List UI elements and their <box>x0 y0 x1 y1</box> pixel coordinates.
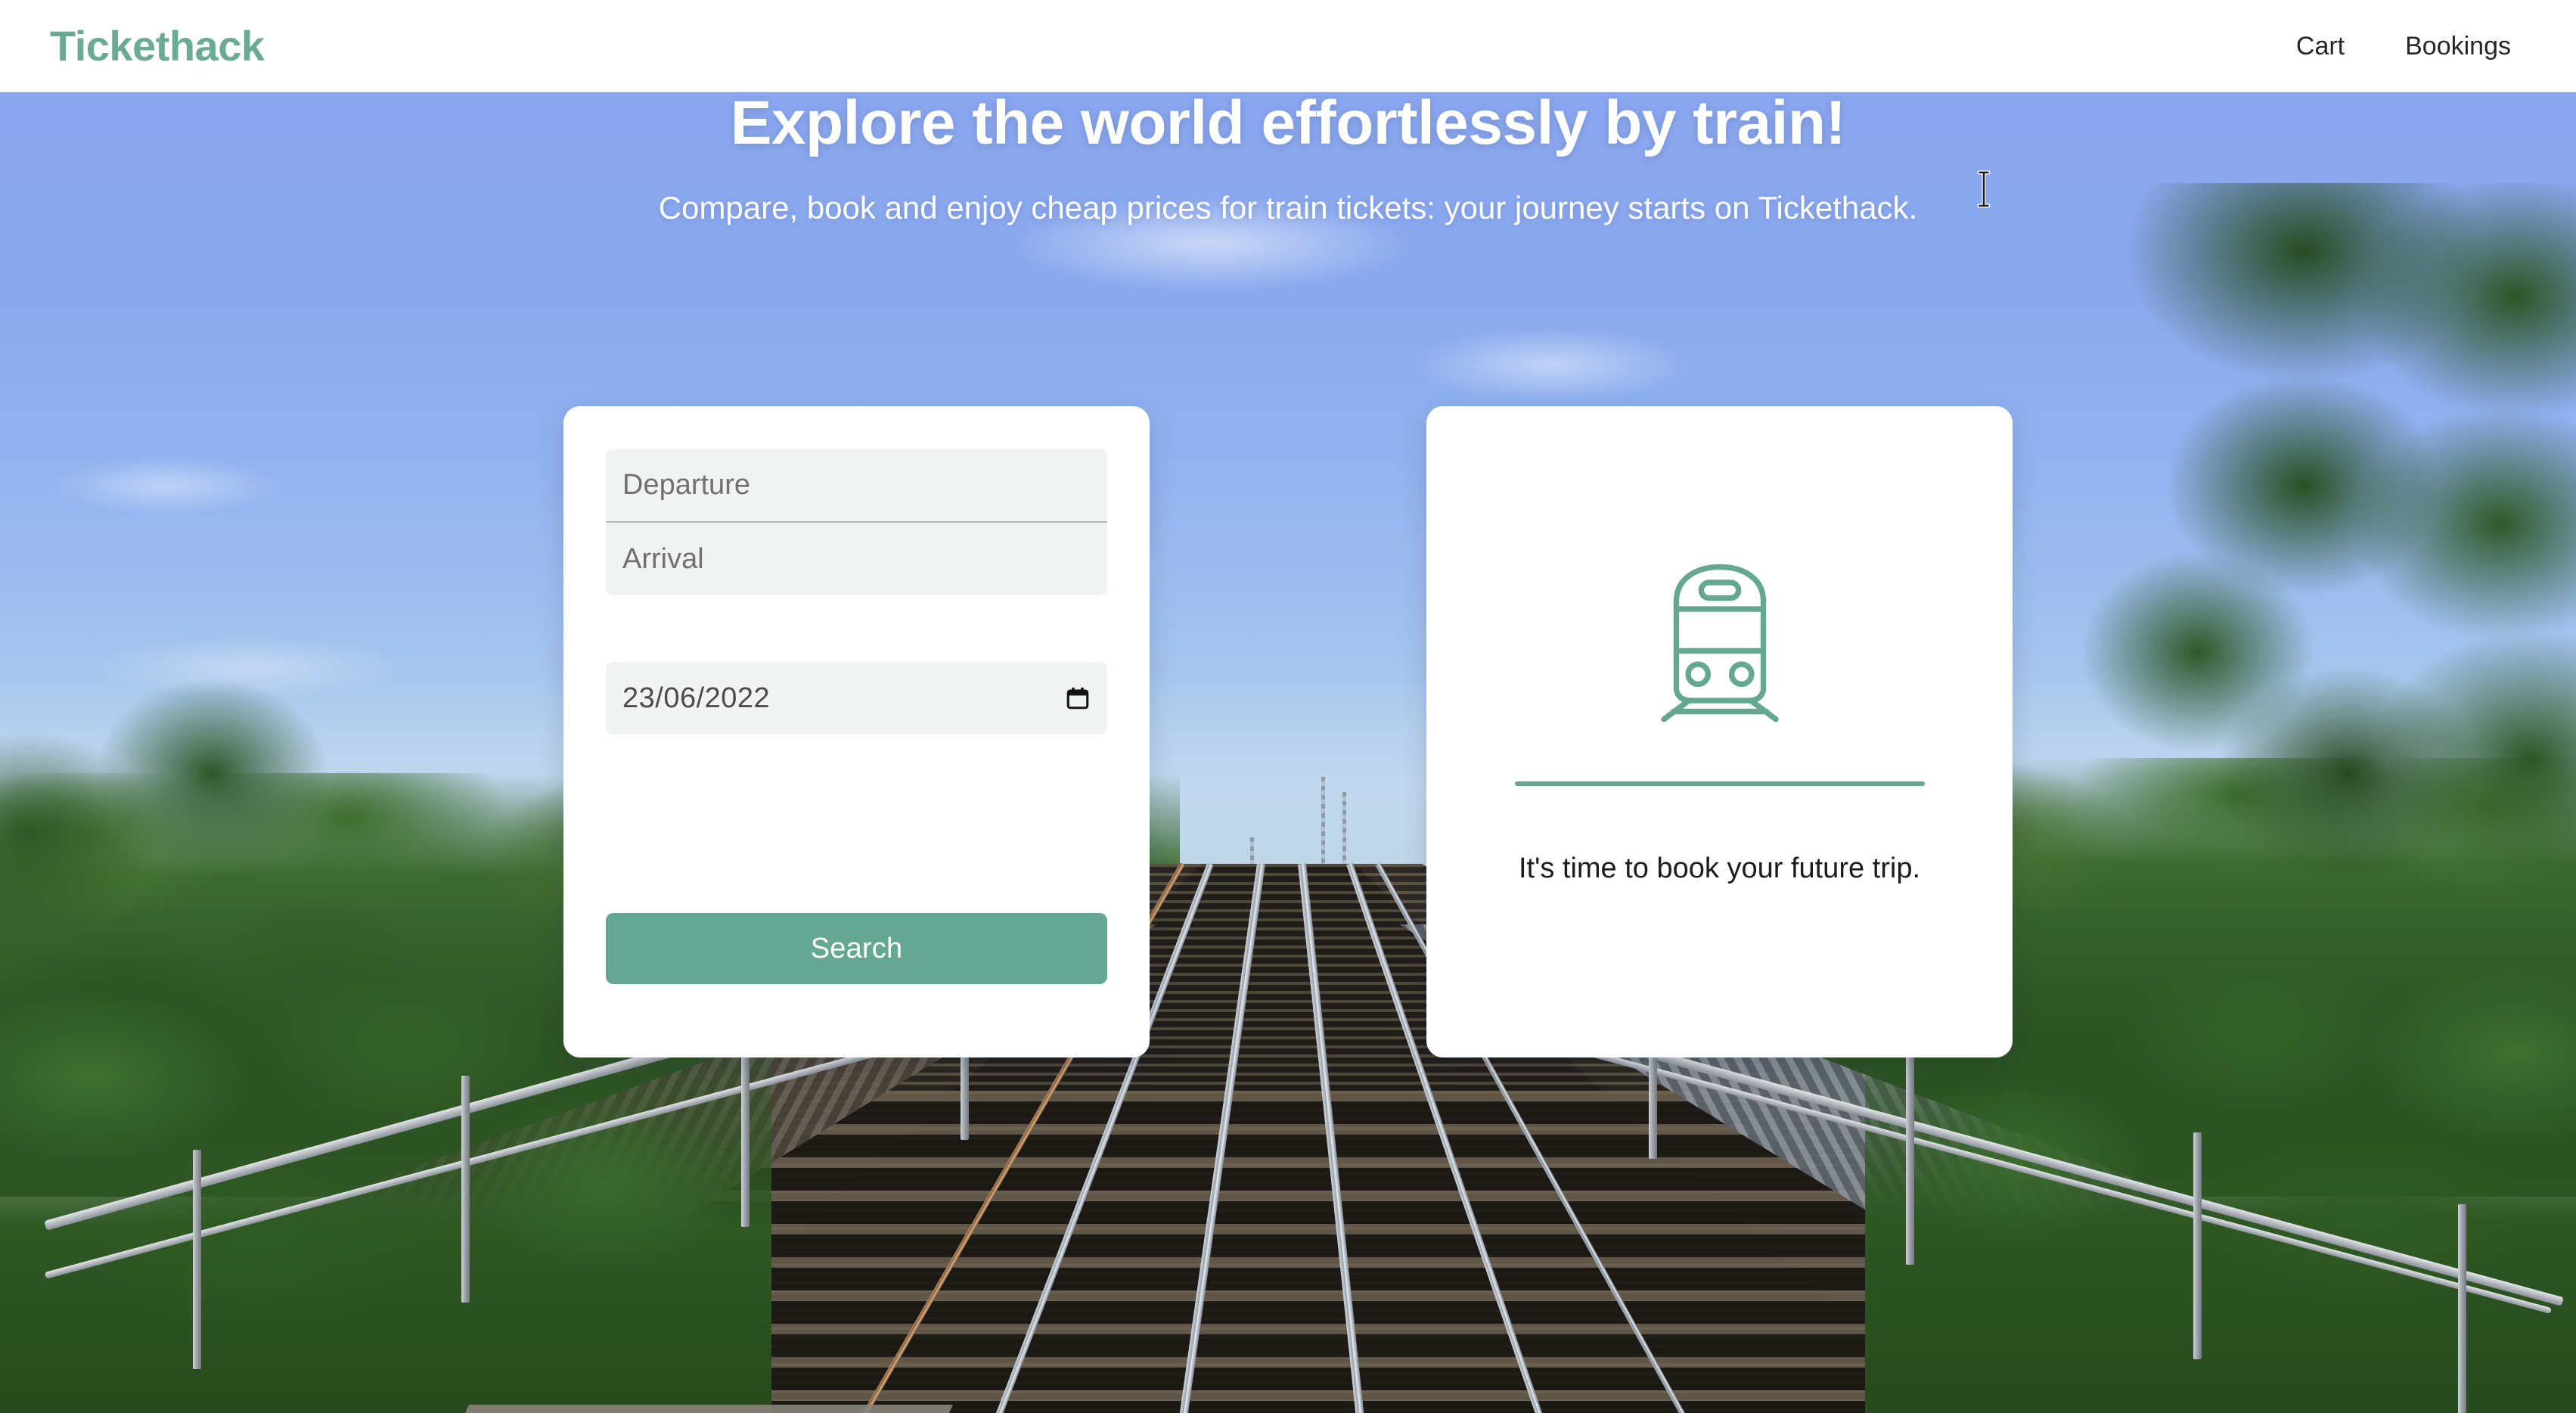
app-root: Tickethack Cart Bookings Explore the wor… <box>0 0 2576 1413</box>
date-input[interactable]: 23/06/2022 <box>606 662 1107 734</box>
handrail-post <box>2458 1204 2466 1413</box>
cards-row: 23/06/2022 Search <box>0 406 2576 1057</box>
search-card: 23/06/2022 Search <box>563 406 1150 1057</box>
departure-input[interactable] <box>606 449 1107 521</box>
date-value: 23/06/2022 <box>622 682 771 714</box>
train-front-icon <box>1660 564 1779 722</box>
result-card: It's time to book your future trip. <box>1426 406 2013 1057</box>
handrail-post <box>1906 1053 1914 1265</box>
site-header: Tickethack Cart Bookings <box>0 0 2576 92</box>
handrail-post <box>461 1076 470 1303</box>
arrival-input[interactable] <box>606 523 1107 595</box>
nav-link-bookings[interactable]: Bookings <box>2405 33 2511 59</box>
calendar-icon[interactable] <box>1065 685 1091 711</box>
card-spacer <box>606 734 1107 913</box>
result-divider <box>1514 781 1925 786</box>
handrail-post <box>2193 1132 2202 1359</box>
search-button[interactable]: Search <box>606 913 1107 984</box>
bridge-pier <box>424 1405 953 1413</box>
result-message: It's time to book your future trip. <box>1518 852 1921 884</box>
nav-link-cart[interactable]: Cart <box>2296 33 2345 59</box>
handrail-post <box>193 1150 201 1369</box>
main-navigation: Cart Bookings <box>2296 33 2526 59</box>
brand-logo[interactable]: Tickethack <box>50 24 265 67</box>
